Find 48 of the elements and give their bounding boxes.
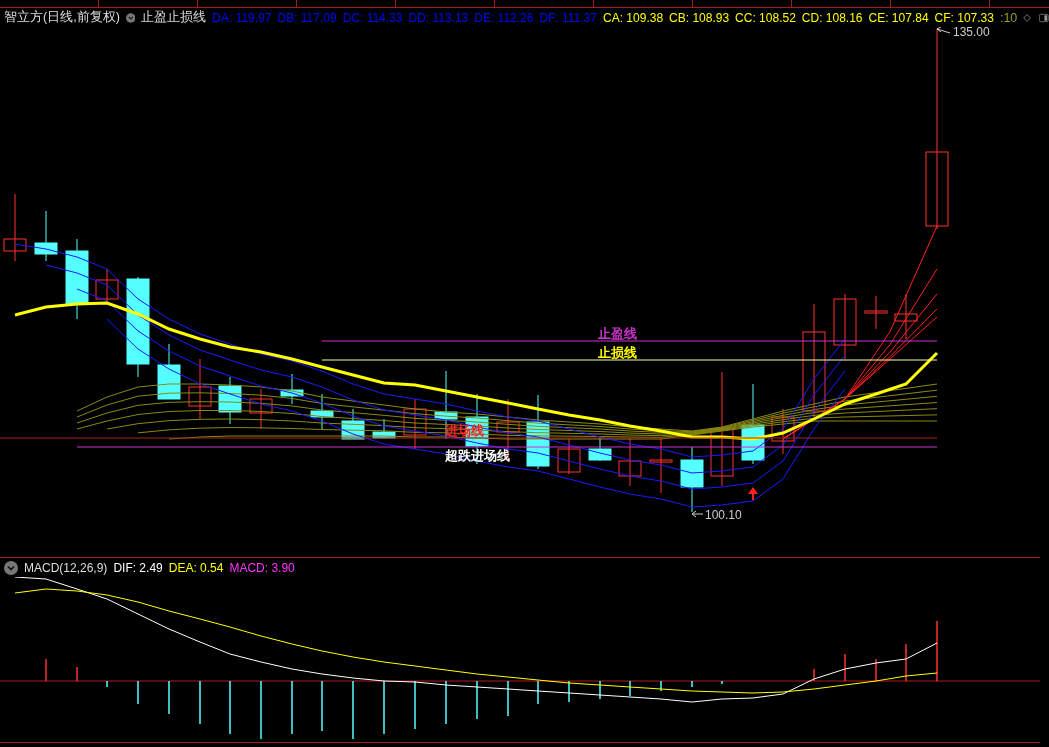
indicator-value: CB: 108.93 (669, 10, 730, 25)
diamond-icon[interactable] (1023, 11, 1032, 24)
macd-title: MACD(12,26,9) (24, 560, 108, 575)
candlestick (188, 358, 212, 420)
candlestick (249, 388, 273, 430)
low-marker-icon (691, 510, 704, 518)
indicator-value: CC: 108.52 (735, 10, 796, 25)
up-arrow-icon (748, 487, 758, 500)
indicator-value: DD: 113.13 (408, 10, 469, 25)
dropdown-icon[interactable] (4, 560, 18, 575)
candlestick (649, 438, 673, 494)
macd-value: DIF: 2.49 (113, 560, 163, 575)
candlestick (771, 408, 795, 455)
indicator-value: DB: 117.09 (277, 10, 337, 25)
candlestick (3, 193, 27, 262)
dropdown-icon[interactable] (125, 10, 136, 25)
high-price-label: 135.00 (953, 27, 990, 39)
candlestick (34, 210, 58, 262)
macd-value: DEA: 0.54 (168, 560, 224, 575)
macd-value: MACD: 3.90 (229, 560, 295, 575)
line-label: 止盈线 (598, 326, 637, 341)
candlestick (280, 373, 304, 405)
candlestick (680, 446, 704, 513)
candlestick (618, 438, 642, 487)
indicator-value: DE: 112.26 (474, 10, 534, 25)
line-label: 止损线 (598, 345, 637, 360)
candlestick (864, 295, 888, 330)
candlestick (218, 376, 242, 425)
indicator-value: CF: 107.33 (934, 10, 994, 25)
indicator-value: DC: 114.33 (342, 10, 403, 25)
high-marker-icon (936, 27, 951, 34)
candlestick (157, 343, 181, 400)
low-price-label: 100.10 (705, 508, 742, 522)
period-label: :10 (999, 10, 1018, 25)
indicator-value: CE: 107.84 (868, 10, 929, 25)
panel-icon[interactable] (1039, 11, 1049, 24)
indicator-value: DF: 111.37 (539, 10, 597, 25)
indicator-value: CA: 109.38 (603, 10, 664, 25)
indicator-name: 止盈止损线 (141, 9, 207, 26)
candlestick (310, 393, 334, 430)
security-title: 智立方(日线,前复权) (4, 9, 120, 26)
indicator-value: CD: 108.16 (801, 10, 863, 25)
indicator-value: DA: 119.97 (212, 10, 272, 25)
candlestick (95, 268, 119, 305)
candlestick (341, 408, 365, 440)
candlestick (557, 438, 581, 475)
candlestick (833, 293, 857, 360)
candlestick (894, 293, 918, 340)
